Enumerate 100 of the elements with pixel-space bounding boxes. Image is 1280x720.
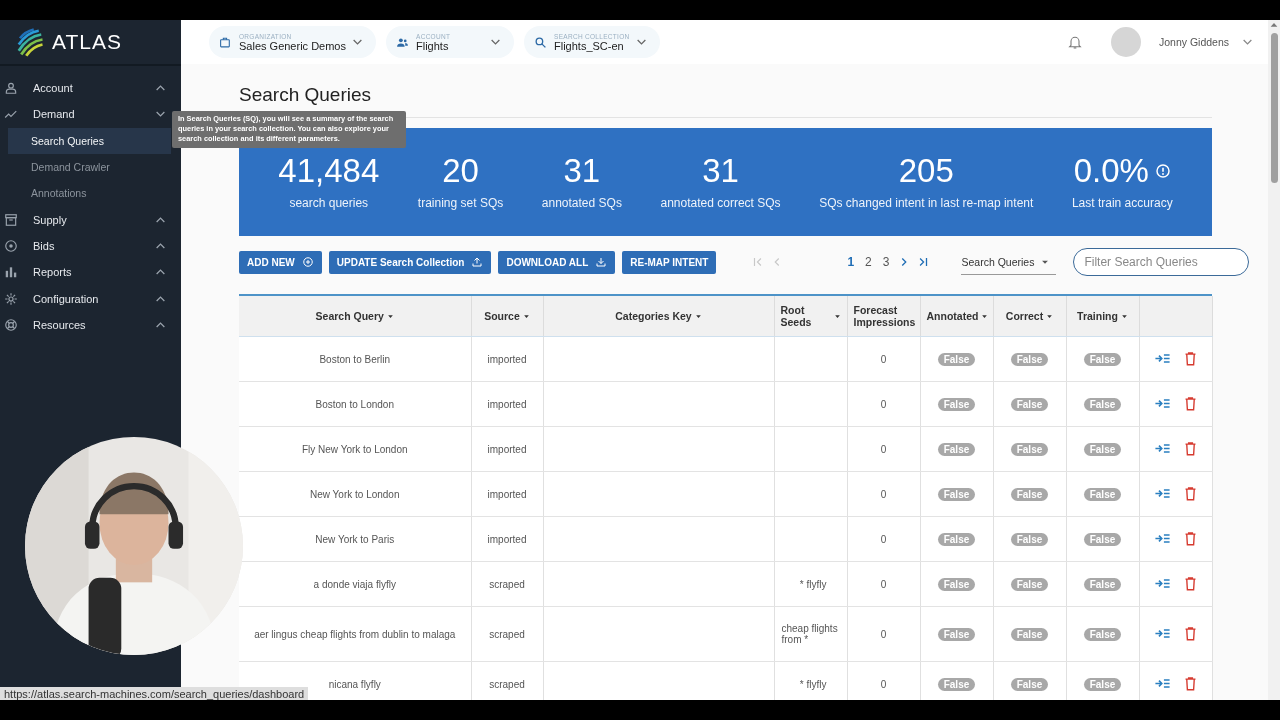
page-number[interactable]: 2 (862, 255, 875, 269)
column-header[interactable]: Categories Key (543, 296, 774, 337)
column-header[interactable]: Training (1066, 296, 1139, 337)
table-cell: 0 (847, 561, 920, 607)
stat-value: 0.0% (1073, 152, 1149, 190)
search-icon (534, 35, 547, 49)
briefcase-icon (219, 35, 232, 49)
action-button[interactable]: UPDATE Search Collection (328, 250, 492, 274)
sort-caret-icon (386, 313, 394, 320)
column-header[interactable]: Search Query (239, 296, 471, 337)
table-cell: Fly New York to London (239, 426, 471, 472)
sort-caret-icon (1046, 313, 1054, 320)
sidebar-subitem[interactable]: Annotations (8, 180, 171, 207)
table-cell: 0 (847, 336, 920, 382)
selector-value: Flights (416, 39, 450, 52)
column-header[interactable]: Root Seeds (774, 296, 847, 337)
download-icon (595, 256, 608, 268)
status-badge: False (1010, 442, 1049, 456)
sidebar-item[interactable]: Demand (0, 101, 169, 128)
status-badge: False (937, 442, 976, 456)
column-header[interactable]: Source (471, 296, 543, 337)
logo-text: ATLAS (52, 30, 122, 54)
stat-label: annotated correct SQs (660, 196, 781, 210)
table-cell: scraped (471, 561, 543, 607)
sidebar-item[interactable]: Configuration (0, 285, 169, 312)
status-badge: False (1083, 442, 1122, 456)
sidebar-item[interactable]: Bids (0, 232, 169, 260)
status-badge: False (1010, 627, 1049, 641)
table-cell: 0 (847, 426, 920, 472)
page-number[interactable]: 3 (879, 255, 893, 269)
filter-field[interactable]: Filter Search Queries (1073, 248, 1250, 276)
table-cell: 0 (847, 381, 920, 427)
selector-value: Flights_SC-en (554, 39, 625, 52)
sort-caret-icon (694, 313, 702, 320)
sidebar-item[interactable]: Supply (0, 206, 169, 233)
table-cell: imported (471, 471, 543, 517)
table-cell: imported (471, 426, 543, 472)
table-cell: Boston to Berlin (239, 336, 471, 382)
lifebuoy-icon (4, 317, 18, 332)
column-header[interactable]: Annotated (920, 296, 993, 337)
status-badge: False (937, 627, 976, 641)
status-badge: False (1010, 577, 1049, 591)
notification-bell-icon[interactable] (1066, 34, 1083, 50)
action-button[interactable]: DOWNLOAD ALL (498, 250, 616, 274)
stat-value: 205 (898, 152, 954, 190)
action-button[interactable]: ADD NEW (239, 250, 322, 274)
sidebar-subitem[interactable]: Search Queries (8, 127, 171, 154)
stat-label: Last train accuracy (1071, 196, 1173, 210)
target-icon (4, 238, 18, 253)
table-cell: 0 (847, 516, 920, 562)
table-cell: 0 (847, 606, 920, 662)
table-cell: a donde viaja flyfly (239, 561, 471, 607)
action-button[interactable]: RE-MAP INTENT (622, 250, 717, 274)
chevron-icon (156, 111, 165, 118)
person-icon (4, 81, 18, 96)
sidebar-item[interactable]: Reports (0, 259, 169, 286)
page-number[interactable]: 1 (844, 255, 858, 269)
sidebar-subitem[interactable]: Demand Crawler (8, 153, 171, 181)
status-badge: False (1083, 487, 1122, 501)
column-header[interactable]: Forecast Impressions (847, 296, 920, 337)
status-badge: False (1083, 532, 1122, 546)
table-cell: 0 (847, 661, 920, 700)
status-badge: False (937, 352, 976, 366)
info-icon (1154, 163, 1171, 179)
status-badge: False (1010, 487, 1049, 501)
status-badge: False (1010, 532, 1049, 546)
sidebar-item[interactable]: Account (0, 75, 169, 102)
chevron-icon (353, 39, 362, 45)
scroll-up-icon (1269, 20, 1279, 30)
upload-icon (471, 256, 484, 268)
bar-chart-icon (4, 265, 18, 280)
table-cell: 0 (847, 471, 920, 517)
chevron-icon (156, 269, 165, 276)
chevron-icon (156, 321, 165, 328)
status-badge: False (937, 532, 976, 546)
chevron-icon (156, 295, 165, 302)
status-badge: False (937, 577, 976, 591)
table-cell: Boston to London (239, 381, 471, 427)
table-cell: imported (471, 381, 543, 427)
chevron-icon (156, 242, 165, 249)
view-dropdown[interactable]: Search Queries (961, 249, 1057, 275)
stat-label: training set SQs (417, 196, 504, 210)
scrollbar-thumb[interactable] (1270, 33, 1278, 183)
table-cell: imported (471, 336, 543, 382)
table-cell: aer lingus cheap flights from dublin to malaga (239, 606, 471, 662)
status-badge: False (937, 677, 976, 691)
chevron-icon (636, 39, 646, 45)
column-header[interactable]: Correct (993, 296, 1066, 337)
status-badge: False (1010, 677, 1049, 691)
settings-icon (4, 291, 18, 306)
sidebar-item[interactable]: Resources (0, 311, 169, 338)
status-url: https://atlas.search-machines.com/search_queries/dashboard (0, 687, 309, 700)
status-badge: False (937, 397, 976, 411)
status-badge: False (1083, 352, 1122, 366)
archive-box-icon (4, 212, 18, 227)
sort-caret-icon (981, 313, 989, 320)
chevron-icon (1243, 39, 1252, 45)
user-name[interactable]: Jonny Giddens (1158, 36, 1229, 48)
selector-value: Sales Generic Demos (239, 39, 346, 52)
table-cell: cheap flights from * (774, 606, 847, 662)
